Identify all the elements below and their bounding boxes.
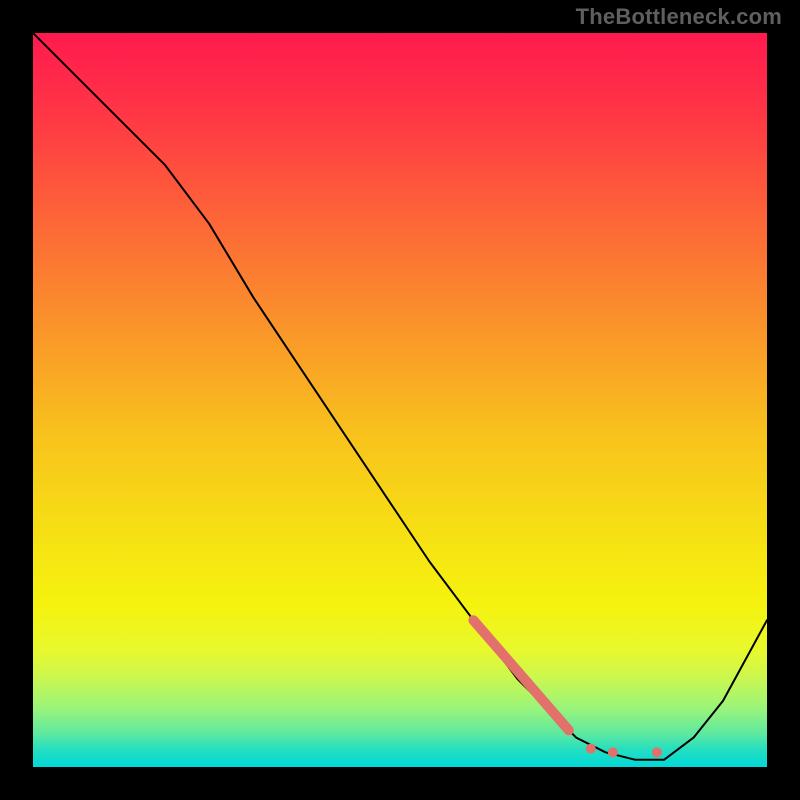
- highlight-dot: [652, 747, 662, 757]
- highlight-dot: [586, 744, 596, 754]
- highlight-dot: [608, 747, 618, 757]
- chart-frame: TheBottleneck.com: [0, 0, 800, 800]
- chart-svg: [33, 33, 767, 767]
- watermark-text: TheBottleneck.com: [576, 4, 782, 30]
- plot-area: [33, 33, 767, 767]
